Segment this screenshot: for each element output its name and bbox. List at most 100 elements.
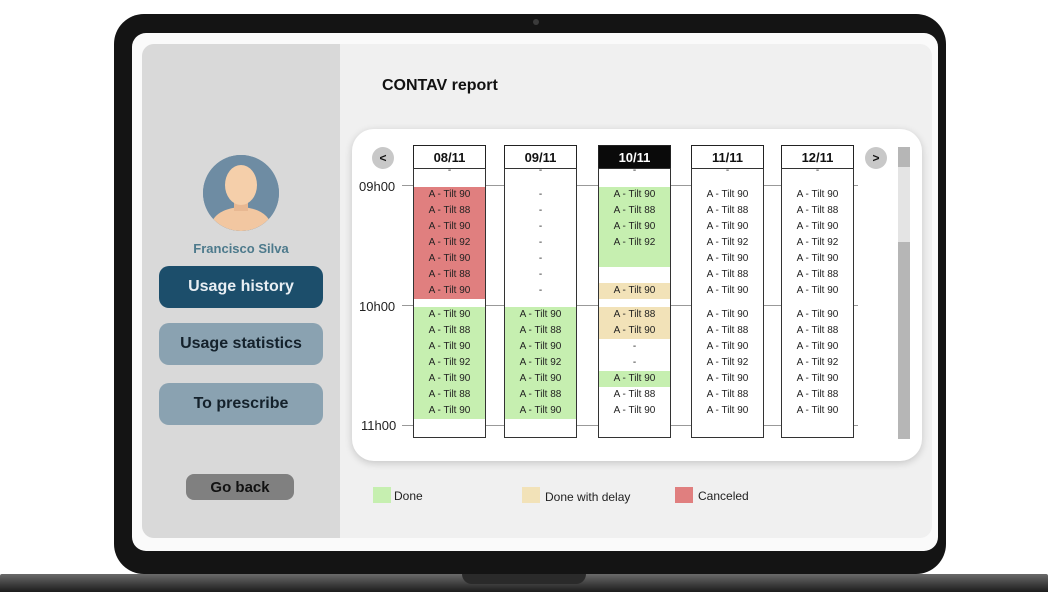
empty-slot-marker: - xyxy=(725,165,730,176)
day-column: -A - Tilt 90 A - Tilt 88 A - Tilt 90 A - Ti… xyxy=(598,165,671,438)
page-title: CONTAV report xyxy=(382,77,498,94)
session-slot-none[interactable]: A - Tilt 90 xyxy=(692,339,763,355)
to-prescribe-button[interactable]: To prescribe xyxy=(159,383,323,425)
session-slot-done[interactable]: A - Tilt 88 xyxy=(414,323,485,339)
session-slot-done[interactable]: A - Tilt 90 xyxy=(505,403,576,419)
empty-slot-marker: - xyxy=(815,165,820,176)
session-slot-delay[interactable]: A - Tilt 90 xyxy=(599,323,670,339)
session-slot-done[interactable]: A - Tilt 92 xyxy=(599,235,670,251)
session-slot-done[interactable]: A - Tilt 90 xyxy=(414,307,485,323)
empty-slot-marker: - xyxy=(632,165,637,176)
day-column: -A - Tilt 90 A - Tilt 88 A - Tilt 90 A - Ti… xyxy=(781,165,854,438)
session-slot-done[interactable]: A - Tilt 90 xyxy=(414,371,485,387)
session-slot-canceled[interactable]: A - Tilt 88 xyxy=(414,203,485,219)
session-slot-none[interactable]: - xyxy=(599,355,670,371)
legend-swatch-done xyxy=(373,487,391,503)
usage-history-button[interactable]: Usage history xyxy=(159,266,323,308)
session-slot-none[interactable]: A - Tilt 92 xyxy=(782,235,853,251)
session-slot-done[interactable]: A - Tilt 88 xyxy=(414,387,485,403)
session-slot-none[interactable]: A - Tilt 90 xyxy=(782,283,853,299)
session-slot-none[interactable]: A - Tilt 90 xyxy=(782,307,853,323)
session-slot-done[interactable] xyxy=(599,251,670,267)
session-slot-none[interactable]: A - Tilt 92 xyxy=(692,355,763,371)
session-slot-done[interactable]: A - Tilt 90 xyxy=(599,371,670,387)
report-calendar: < > 09h00 10h00 11h00 08/11- A - Tilt 90 A… xyxy=(352,129,922,461)
session-slot-none[interactable]: - xyxy=(505,251,576,267)
session-slot-delay[interactable]: A - Tilt 90 xyxy=(599,283,670,299)
session-slot-none[interactable]: - xyxy=(505,219,576,235)
session-slot-none[interactable]: A - Tilt 90 xyxy=(692,371,763,387)
session-slot-none[interactable]: A - Tilt 88 xyxy=(692,267,763,283)
session-slot-done[interactable]: A - Tilt 90 xyxy=(599,219,670,235)
session-slot-none[interactable]: A - Tilt 88 xyxy=(692,323,763,339)
session-slot-none[interactable]: A - Tilt 90 xyxy=(782,339,853,355)
session-slot-none[interactable]: A - Tilt 90 xyxy=(692,219,763,235)
session-slot-done[interactable]: A - Tilt 90 xyxy=(505,339,576,355)
session-slot-none[interactable]: A - Tilt 88 xyxy=(782,267,853,283)
session-slot-none[interactable]: A - Tilt 90 xyxy=(692,307,763,323)
session-slot-done[interactable]: A - Tilt 88 xyxy=(599,203,670,219)
session-slot-none[interactable]: A - Tilt 90 xyxy=(782,403,853,419)
session-slot-none[interactable]: A - Tilt 88 xyxy=(692,387,763,403)
session-slot-none[interactable]: A - Tilt 90 xyxy=(599,403,670,419)
session-slot-done[interactable]: A - Tilt 90 xyxy=(505,371,576,387)
scrollbar-thumb[interactable] xyxy=(898,242,910,439)
session-slot-none[interactable] xyxy=(599,267,670,283)
legend-label-canceled: Canceled xyxy=(698,489,749,503)
session-slot-none[interactable]: - xyxy=(505,283,576,299)
day-column: -A - Tilt 90 A - Tilt 88 A - Tilt 90 A - Ti… xyxy=(413,165,486,438)
legend-swatch-canceled xyxy=(675,487,693,503)
session-slot-done[interactable]: A - Tilt 90 xyxy=(505,307,576,323)
session-slot-none[interactable]: - xyxy=(599,339,670,355)
session-slot-done[interactable]: A - Tilt 88 xyxy=(505,387,576,403)
session-slot-none[interactable]: - xyxy=(505,267,576,283)
session-slot-none[interactable]: A - Tilt 88 xyxy=(782,203,853,219)
session-slot-none[interactable]: - xyxy=(505,203,576,219)
session-slot-none[interactable]: A - Tilt 90 xyxy=(692,251,763,267)
session-slot-done[interactable]: A - Tilt 92 xyxy=(414,355,485,371)
session-slot-canceled[interactable]: A - Tilt 92 xyxy=(414,235,485,251)
session-slot-canceled[interactable]: A - Tilt 90 xyxy=(414,187,485,203)
legend-swatch-delay xyxy=(522,487,540,503)
session-slot-done[interactable]: A - Tilt 92 xyxy=(505,355,576,371)
session-slot-done[interactable]: A - Tilt 88 xyxy=(505,323,576,339)
session-slot-delay[interactable]: A - Tilt 88 xyxy=(599,307,670,323)
time-label: 11h00 xyxy=(361,418,397,433)
session-slot-none[interactable]: A - Tilt 92 xyxy=(782,355,853,371)
session-slot-done[interactable]: A - Tilt 90 xyxy=(414,403,485,419)
session-slot-canceled[interactable]: A - Tilt 90 xyxy=(414,283,485,299)
session-slot-none[interactable]: A - Tilt 90 xyxy=(692,403,763,419)
webcam-icon xyxy=(533,19,539,25)
user-name: Francisco Silva xyxy=(193,241,289,256)
sidebar: Francisco Silva Usage history Usage stat… xyxy=(142,44,340,538)
session-slot-none[interactable]: - xyxy=(505,235,576,251)
session-slot-done[interactable]: A - Tilt 90 xyxy=(599,187,670,203)
prev-week-button[interactable]: < xyxy=(372,147,394,169)
session-slot-none[interactable]: A - Tilt 90 xyxy=(782,219,853,235)
scrollbar-arrow[interactable] xyxy=(898,147,910,167)
session-slot-none[interactable]: A - Tilt 90 xyxy=(782,371,853,387)
session-slot-canceled[interactable]: A - Tilt 90 xyxy=(414,251,485,267)
session-slot-none[interactable]: A - Tilt 90 xyxy=(782,187,853,203)
go-back-button[interactable]: Go back xyxy=(186,474,294,500)
session-slot-none[interactable]: - xyxy=(505,187,576,203)
session-slot-canceled[interactable]: A - Tilt 88 xyxy=(414,267,485,283)
empty-slot-marker: - xyxy=(447,165,452,176)
day-column: -A - Tilt 90 A - Tilt 88 A - Tilt 90 A - Ti… xyxy=(691,165,764,438)
empty-slot-marker: - xyxy=(538,165,543,176)
time-label: 09h00 xyxy=(359,179,396,194)
session-slot-canceled[interactable]: A - Tilt 90 xyxy=(414,219,485,235)
usage-statistics-button[interactable]: Usage statistics xyxy=(159,323,323,365)
legend-label-done: Done xyxy=(394,489,423,503)
session-slot-none[interactable]: A - Tilt 90 xyxy=(692,283,763,299)
session-slot-none[interactable]: A - Tilt 88 xyxy=(782,387,853,403)
session-slot-none[interactable]: A - Tilt 90 xyxy=(782,251,853,267)
session-slot-done[interactable]: A - Tilt 90 xyxy=(414,339,485,355)
session-slot-none[interactable]: A - Tilt 88 xyxy=(692,203,763,219)
session-slot-none[interactable]: A - Tilt 92 xyxy=(692,235,763,251)
day-column: --------A - Tilt 90 A - Tilt 88 A - Tilt 9… xyxy=(504,165,577,438)
session-slot-none[interactable]: A - Tilt 88 xyxy=(782,323,853,339)
session-slot-none[interactable]: A - Tilt 88 xyxy=(599,387,670,403)
session-slot-none[interactable]: A - Tilt 90 xyxy=(692,187,763,203)
next-week-button[interactable]: > xyxy=(865,147,887,169)
